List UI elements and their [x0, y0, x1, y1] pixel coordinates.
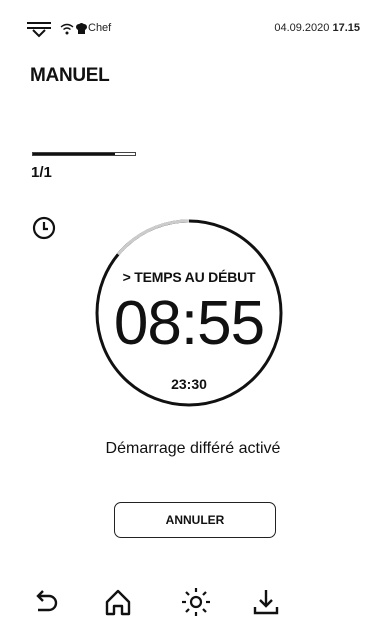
clock-icon: [32, 216, 56, 240]
home-icon[interactable]: [101, 585, 135, 619]
page-title: MANUEL: [30, 65, 110, 86]
status-date: 04.09.2020: [274, 22, 330, 34]
chef-hat-icon: [76, 22, 87, 40]
progress-bar: [32, 152, 136, 156]
cancel-button[interactable]: ANNULER: [114, 502, 276, 538]
progress-fill: [33, 153, 115, 155]
user-name: Chef: [88, 22, 112, 34]
back-icon[interactable]: [28, 585, 62, 619]
brightness-icon[interactable]: [179, 585, 213, 619]
step-counter: 1/1: [31, 164, 52, 181]
countdown-display: 08:55: [113, 289, 265, 358]
bottom-nav: [0, 585, 366, 621]
delayed-start-message: Démarrage différé activé: [105, 440, 281, 457]
timer-label: > TEMPS AU DÉBUT: [122, 269, 256, 285]
status-time: 17.15: [332, 22, 360, 34]
menu-dropdown-icon[interactable]: [26, 20, 52, 43]
download-icon[interactable]: [249, 585, 283, 619]
date-time: 04.09.2020 17.15: [274, 22, 360, 34]
wifi-icon: [60, 22, 74, 40]
status-bar: Chef 04.09.2020 17.15: [0, 0, 366, 38]
start-time: 23:30: [171, 376, 207, 392]
